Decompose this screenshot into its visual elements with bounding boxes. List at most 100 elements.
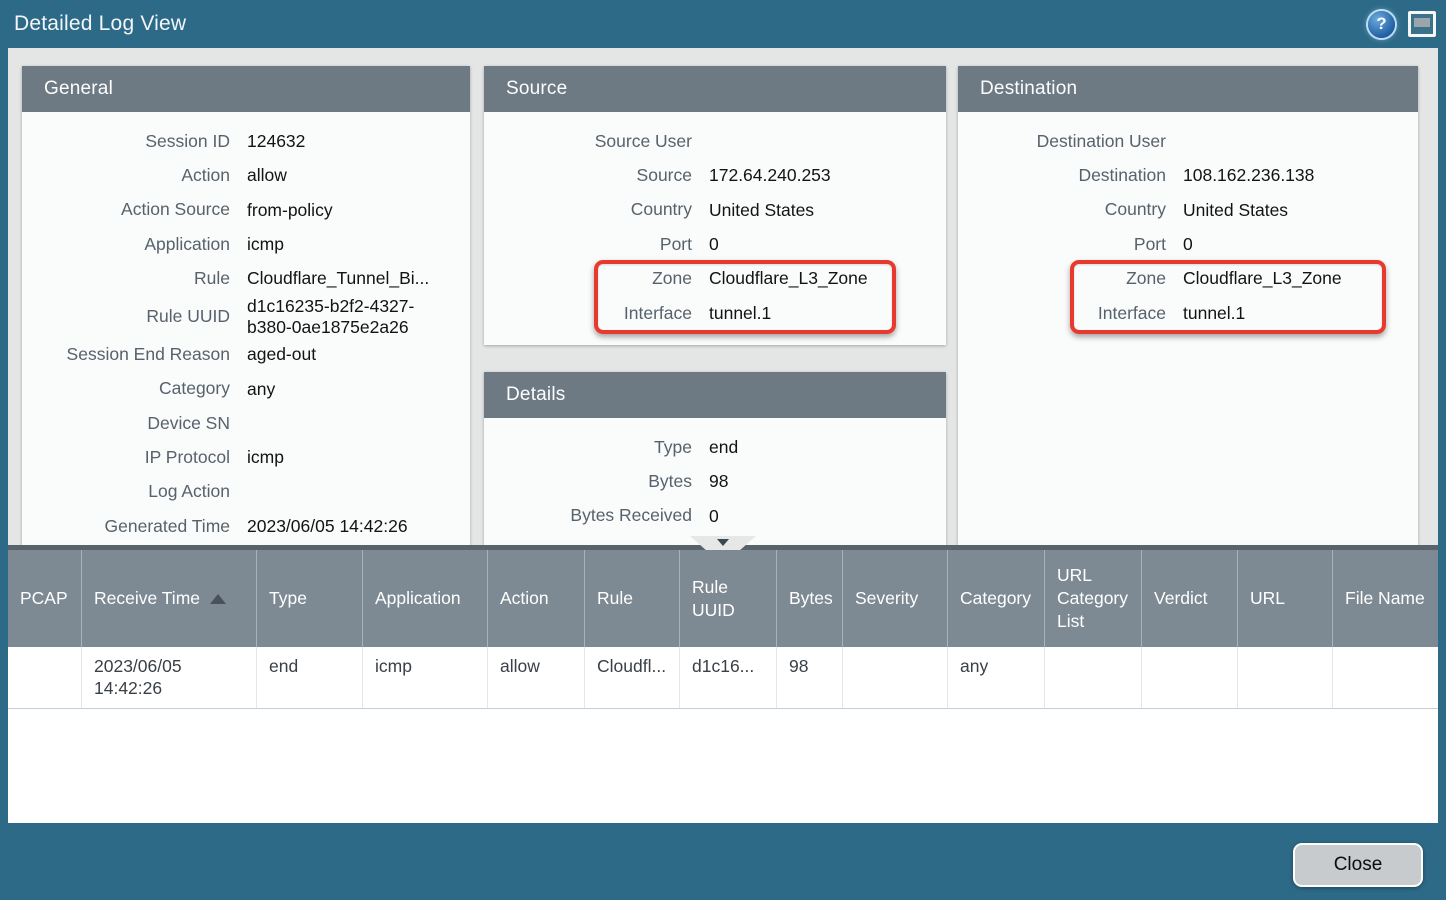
field-value: United States: [709, 200, 930, 221]
panel-general-body: Session ID 124632 Action allow Action So…: [22, 112, 470, 544]
window-restore-icon[interactable]: [1408, 11, 1436, 37]
field-label: Source: [484, 165, 692, 186]
cell-rule: Cloudfl...: [585, 647, 680, 708]
field-label: Source User: [484, 131, 692, 152]
field-value: tunnel.1: [1183, 303, 1402, 324]
dialog-titlebar: Detailed Log View ?: [0, 0, 1446, 48]
field-value: from-policy: [247, 200, 454, 221]
field-value: Cloudflare_Tunnel_Bi...: [247, 268, 454, 289]
panel-general: General Session ID 124632 Action allow A…: [22, 66, 470, 545]
panel-general-title: General: [44, 78, 113, 100]
field-value: 2023/06/05 14:42:26: [247, 516, 454, 537]
field-row-country: Country United States: [958, 193, 1418, 227]
field-label: Destination User: [958, 131, 1166, 152]
panel-destination-body: Destination User Destination 108.162.236…: [958, 112, 1418, 330]
field-label: Port: [958, 234, 1166, 255]
panel-details: Details Type end Bytes 98 Bytes Received…: [484, 372, 946, 545]
field-row-destination: Destination 108.162.236.138: [958, 158, 1418, 192]
cell-file-name: [1333, 647, 1438, 708]
field-value: Cloudflare_L3_Zone: [1183, 268, 1402, 289]
field-value: 0: [1183, 234, 1402, 255]
cell-type: end: [257, 647, 363, 708]
column-header-url[interactable]: URL: [1238, 550, 1333, 647]
cell-severity: [843, 647, 948, 708]
field-value: icmp: [247, 234, 454, 255]
cell-category: any: [948, 647, 1045, 708]
field-row-log-action: Log Action: [22, 475, 470, 509]
cell-url-category-list: [1045, 647, 1142, 708]
field-row-action: Action allow: [22, 158, 470, 192]
column-header-type[interactable]: Type: [257, 550, 363, 647]
cell-receive-time: 2023/06/05 14:42:26: [82, 647, 257, 708]
field-label: Interface: [484, 303, 692, 324]
field-row-session-id: Session ID 124632: [22, 124, 470, 158]
field-value: 0: [709, 234, 930, 255]
sort-ascending-icon: [210, 594, 226, 604]
column-header-rule[interactable]: Rule: [585, 550, 680, 647]
cell-application: icmp: [363, 647, 488, 708]
cell-verdict: [1142, 647, 1238, 708]
column-header-file-name[interactable]: File Name: [1333, 550, 1438, 647]
field-row-generated-time: Generated Time 2023/06/05 14:42:26: [22, 509, 470, 543]
field-label: Destination: [958, 165, 1166, 186]
column-header-verdict[interactable]: Verdict: [1142, 550, 1238, 647]
field-label: Type: [484, 437, 692, 458]
column-header-bytes[interactable]: Bytes: [777, 550, 843, 647]
log-table-header: PCAP Receive Time Type Application Actio…: [8, 550, 1438, 647]
panel-details-body: Type end Bytes 98 Bytes Received 0: [484, 418, 946, 533]
panels-viewport: General Session ID 124632 Action allow A…: [8, 48, 1438, 545]
field-label: Bytes Received: [484, 505, 692, 526]
panel-source-body: Source User Source 172.64.240.253 Countr…: [484, 112, 946, 330]
field-label: Session End Reason: [22, 344, 230, 365]
field-value: Cloudflare_L3_Zone: [709, 268, 930, 289]
field-value: allow: [247, 165, 454, 186]
panel-source-title: Source: [506, 78, 567, 100]
field-value: aged-out: [247, 344, 454, 365]
dialog-title: Detailed Log View: [14, 12, 186, 36]
column-header-application[interactable]: Application: [363, 550, 488, 647]
column-header-category[interactable]: Category: [948, 550, 1045, 647]
column-header-receive-time[interactable]: Receive Time: [82, 550, 257, 647]
window-restore-icon-glyph: [1414, 18, 1430, 27]
field-row-destination-user: Destination User: [958, 124, 1418, 158]
field-label: Rule: [22, 268, 230, 289]
field-label: Rule UUID: [22, 306, 230, 327]
field-label: Device SN: [22, 413, 230, 434]
table-row[interactable]: 2023/06/05 14:42:26 end icmp allow Cloud…: [8, 647, 1438, 709]
field-value: icmp: [247, 447, 454, 468]
panel-details-title: Details: [506, 384, 565, 406]
field-value: United States: [1183, 200, 1402, 221]
field-row-country: Country United States: [484, 193, 946, 227]
column-header-action[interactable]: Action: [488, 550, 585, 647]
field-value: 0: [709, 506, 930, 527]
field-value: 98: [709, 471, 930, 492]
field-label: Application: [22, 234, 230, 255]
field-value: 172.64.240.253: [709, 165, 930, 186]
field-value: any: [247, 379, 454, 400]
close-button[interactable]: Close: [1293, 843, 1423, 887]
column-header-url-category-list[interactable]: URL Category List: [1045, 550, 1142, 647]
field-row-zone: Zone Cloudflare_L3_Zone: [958, 262, 1418, 296]
panel-general-header: General: [22, 66, 470, 112]
field-label: Country: [958, 199, 1166, 220]
column-header-severity[interactable]: Severity: [843, 550, 948, 647]
field-label: Generated Time: [22, 516, 230, 537]
panel-destination: Destination Destination User Destination…: [958, 66, 1418, 545]
help-icon[interactable]: ?: [1368, 11, 1395, 38]
field-label: Action: [22, 165, 230, 186]
field-label: Port: [484, 234, 692, 255]
field-row-session-end-reason: Session End Reason aged-out: [22, 337, 470, 371]
panel-source-header: Source: [484, 66, 946, 112]
column-header-pcap[interactable]: PCAP: [8, 550, 82, 647]
field-label: Log Action: [22, 481, 230, 502]
field-row-device-sn: Device SN: [22, 406, 470, 440]
field-row-type: Type end: [484, 430, 946, 464]
panel-source: Source Source User Source 172.64.240.253…: [484, 66, 946, 345]
panel-destination-header: Destination: [958, 66, 1418, 112]
column-header-rule-uuid[interactable]: Rule UUID: [680, 550, 777, 647]
field-row-application: Application icmp: [22, 227, 470, 261]
field-row-interface: Interface tunnel.1: [958, 296, 1418, 330]
field-row-rule: Rule Cloudflare_Tunnel_Bi...: [22, 262, 470, 296]
cell-action: allow: [488, 647, 585, 708]
field-label: Interface: [958, 303, 1166, 324]
